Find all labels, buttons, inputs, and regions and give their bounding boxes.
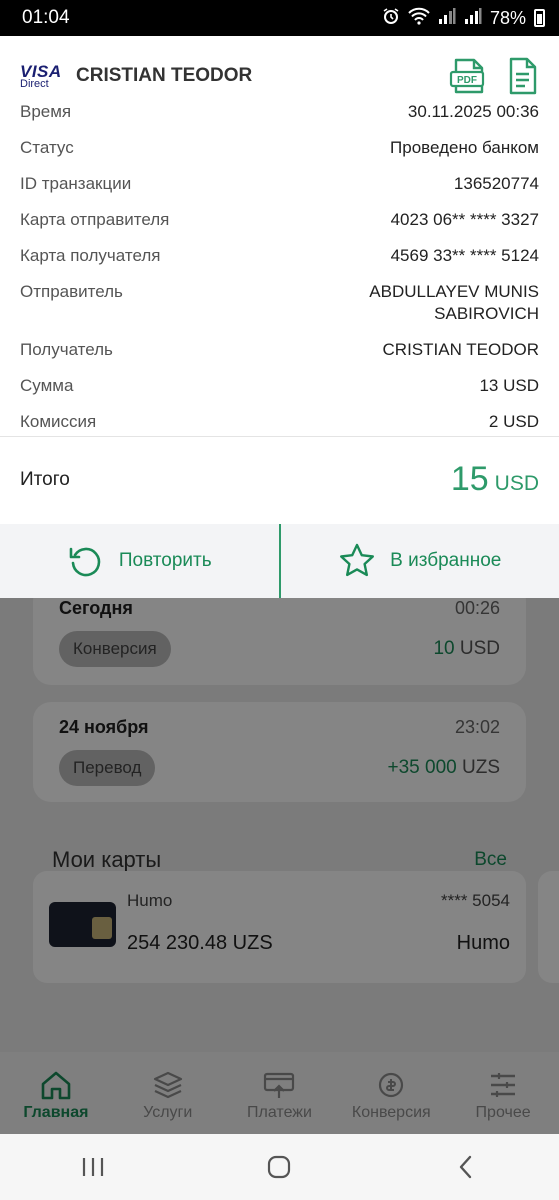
recent-apps-button[interactable] xyxy=(63,1147,123,1187)
wifi-icon xyxy=(408,7,430,30)
home-button[interactable] xyxy=(249,1147,309,1187)
total-label: Итого xyxy=(20,468,70,490)
sheet-actions: Повторить В избранное xyxy=(0,524,559,598)
divider xyxy=(0,436,559,437)
detail-row: Отправитель ABDULLAYEV MUNIS SABIROVICH xyxy=(20,282,539,323)
transaction-details-sheet: VISA Direct CRISTIAN TEODOR PDF Время 30.… xyxy=(0,36,559,598)
status-icons: 78% xyxy=(382,7,545,30)
detail-row: Комиссия 2 USD xyxy=(20,412,539,431)
status-time: 01:04 xyxy=(22,7,70,28)
repeat-label: Повторить xyxy=(118,550,212,571)
detail-row: Карта получателя 4569 33** **** 5124 xyxy=(20,246,539,265)
signal-icon-2 xyxy=(464,7,482,30)
battery-percent: 78% xyxy=(489,7,526,28)
repeat-button[interactable]: Повторить xyxy=(0,524,279,598)
alarm-icon xyxy=(382,7,400,30)
visa-direct-logo: VISA Direct xyxy=(20,61,62,90)
svg-text:PDF: PDF xyxy=(457,75,477,86)
status-bar: 01:04 78% xyxy=(0,0,559,36)
sheet-header: VISA Direct CRISTIAN TEODOR PDF xyxy=(20,56,542,96)
system-navigation-bar xyxy=(0,1134,559,1200)
detail-row: ID транзакции 136520774 xyxy=(20,174,539,193)
star-icon xyxy=(340,543,375,577)
pdf-file-icon[interactable]: PDF xyxy=(448,56,488,96)
favorite-label: В избранное xyxy=(390,550,502,571)
total-row: Итого 15 USD xyxy=(20,460,539,499)
detail-row: Получатель CRISTIAN TEODOR xyxy=(20,340,539,359)
detail-row: Сумма 13 USD xyxy=(20,376,539,395)
receipt-icon[interactable] xyxy=(502,56,542,96)
detail-row: Статус Проведено банком xyxy=(20,138,539,157)
back-icon xyxy=(459,1155,472,1179)
favorite-button[interactable]: В избранное xyxy=(281,524,559,598)
recent-apps-icon xyxy=(83,1158,104,1176)
signal-icon xyxy=(438,7,456,30)
detail-rows: Время 30.11.2025 00:36 Статус Проведено ба… xyxy=(20,96,539,433)
repeat-icon xyxy=(69,547,101,577)
detail-row: Карта отправителя 4023 06** **** 3327 xyxy=(20,210,539,229)
total-amount: 15 USD xyxy=(450,460,539,498)
battery-icon xyxy=(534,9,545,27)
recipient-name: CRISTIAN TEODOR xyxy=(76,65,253,86)
detail-row: Время 30.11.2025 00:36 xyxy=(20,102,539,121)
home-circle-icon xyxy=(268,1155,291,1179)
back-button[interactable] xyxy=(436,1147,496,1187)
